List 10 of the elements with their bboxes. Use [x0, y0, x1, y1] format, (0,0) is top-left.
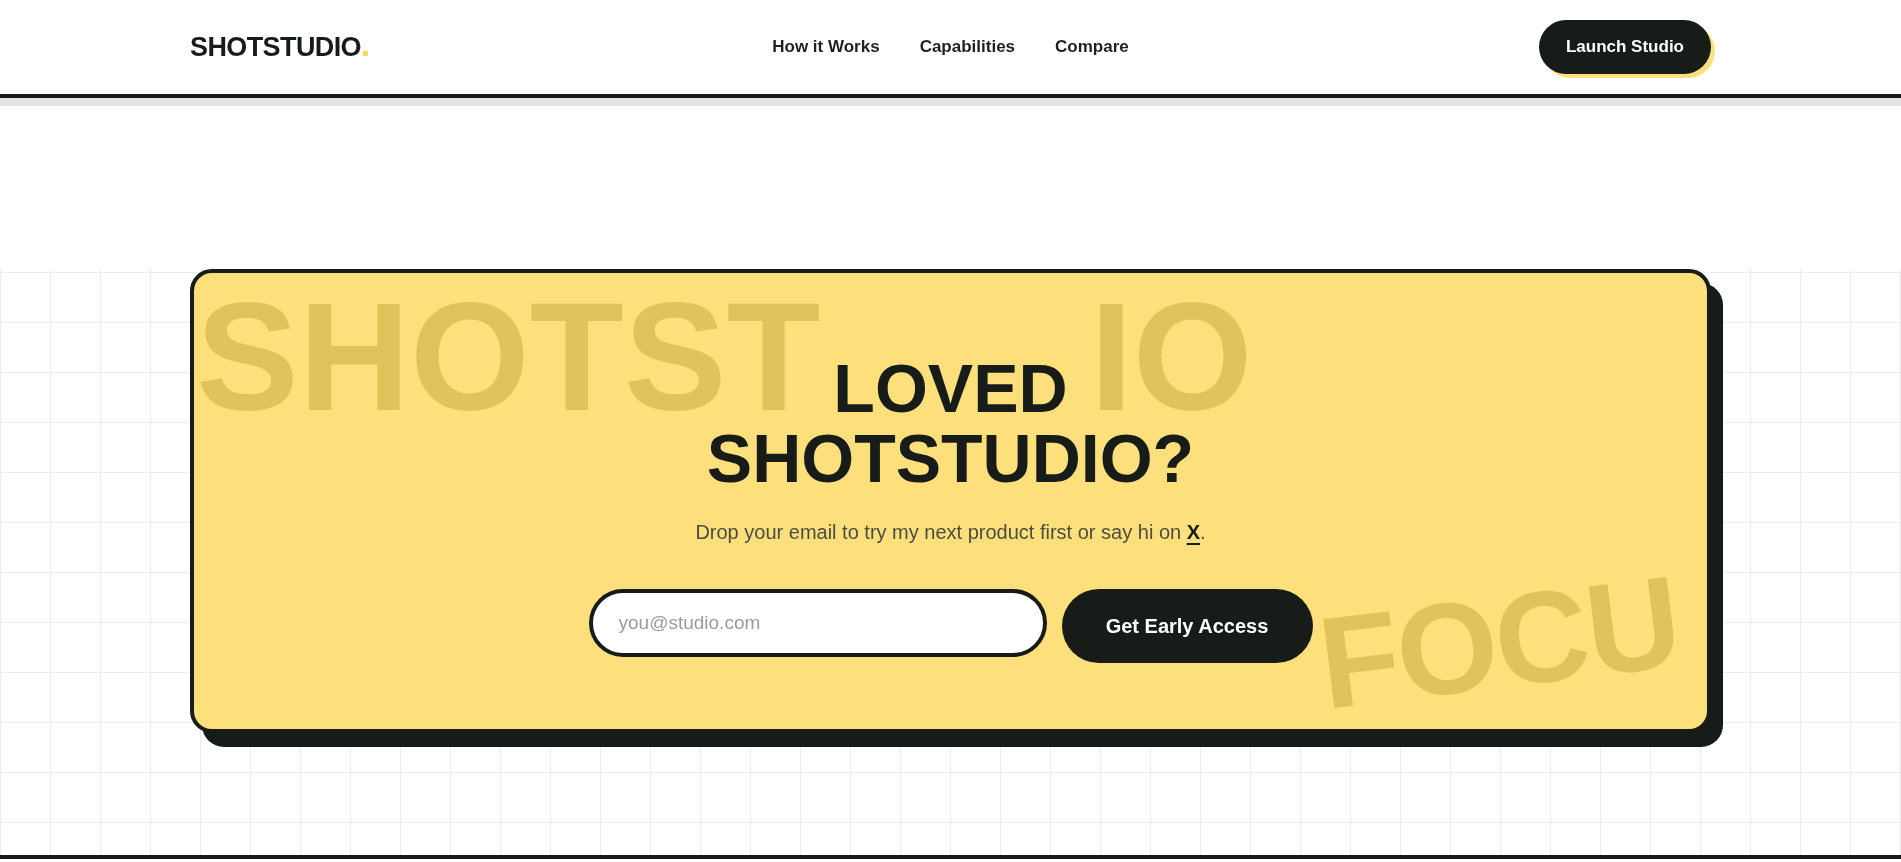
- get-early-access-button[interactable]: Get Early Access: [1061, 589, 1313, 663]
- nav-link[interactable]: How it Works: [772, 36, 880, 58]
- heading-text: LOVED: [833, 353, 1068, 423]
- subtitle-text: Drop your email to try my next product first or say hi on X.: [695, 520, 1206, 545]
- nav-link[interactable]: Compare: [1055, 36, 1129, 58]
- x-link[interactable]: X: [1186, 521, 1201, 543]
- email-field[interactable]: you@studio.com: [588, 589, 1047, 657]
- logo-link[interactable]: SHOTSTUDIO: [190, 31, 368, 63]
- heading-text: SHOTSTUDIO?: [706, 423, 1195, 493]
- nav-link[interactable]: Capabilities: [919, 36, 1016, 58]
